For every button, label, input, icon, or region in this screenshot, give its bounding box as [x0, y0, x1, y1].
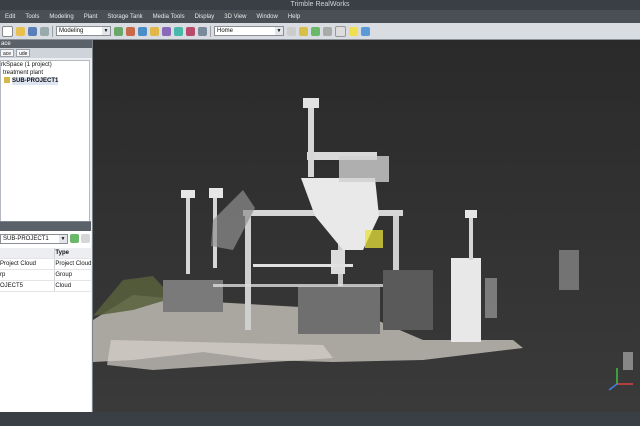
axis-icon[interactable] — [186, 26, 195, 36]
properties-panel: SUB-PROJECT1 ▼ Type Project Cloud Projec… — [0, 221, 91, 413]
column-header-name — [0, 248, 54, 258]
point-size-icon[interactable] — [323, 26, 332, 36]
save-icon[interactable] — [28, 26, 37, 36]
control-cabinet — [298, 286, 380, 334]
menu-edit[interactable]: Edit — [0, 14, 20, 20]
row-type: Project Cloud — [54, 259, 91, 269]
stack-cap — [303, 98, 319, 108]
menu-storage-tank[interactable]: Storage Tank — [102, 14, 147, 20]
table-row[interactable]: Project Cloud Project Cloud — [0, 259, 91, 270]
instrument-head — [465, 210, 477, 218]
row-type: Group — [54, 270, 91, 280]
tree-item-label: SUB-PROJECT1 — [12, 77, 59, 85]
row-name: OJECT5 — [0, 283, 24, 289]
lamp-pole — [186, 198, 190, 274]
table-row[interactable]: OJECT5 Cloud — [0, 281, 91, 292]
column-header-type: Type — [54, 248, 91, 258]
properties-combo-value: SUB-PROJECT1 — [3, 235, 49, 242]
tree-item-label: rkSpace (1 project) — [1, 62, 52, 68]
distant-structure — [623, 352, 633, 370]
railing — [253, 264, 353, 267]
workspace-tabs: ace ude — [0, 48, 92, 58]
mode-combo-value: Modeling — [59, 28, 84, 34]
row-type: Cloud — [54, 281, 91, 291]
tab-workspace[interactable]: ace — [0, 49, 15, 57]
pan-icon[interactable] — [126, 26, 135, 36]
tool-icon[interactable] — [287, 26, 296, 36]
light-icon[interactable] — [299, 26, 308, 36]
tree-item-subproject[interactable]: SUB-PROJECT1 — [1, 77, 89, 85]
lamp-head — [181, 190, 195, 198]
properties-combo[interactable]: SUB-PROJECT1 ▼ — [0, 233, 68, 244]
row-name: rp — [0, 272, 6, 278]
workspace-tree: rkSpace (1 project) treatment plant SUB-… — [0, 60, 90, 236]
menu-bar: Edit Tools Modeling Plant Storage Tank M… — [0, 10, 640, 23]
menu-modeling[interactable]: Modeling — [44, 14, 78, 20]
chevron-down-icon[interactable]: ▼ — [59, 234, 67, 243]
main-toolbar: Modeling ▼ Home ▼ — [0, 23, 640, 40]
row-name: Project Cloud — [0, 261, 37, 267]
tab-second[interactable]: ude — [16, 49, 31, 57]
folder-icon — [4, 77, 10, 83]
menu-media-tools[interactable]: Media Tools — [148, 14, 190, 20]
chevron-down-icon[interactable]: ▼ — [102, 27, 110, 35]
table-header: Type — [0, 248, 91, 259]
highlight-icon[interactable] — [349, 26, 358, 36]
color-icon[interactable] — [311, 26, 320, 36]
vent-stack — [308, 105, 314, 177]
tree-item-label: treatment plant — [3, 70, 44, 76]
pipework — [339, 156, 389, 182]
table-row[interactable]: rp Group — [0, 270, 91, 281]
point-cloud-scene — [93, 40, 640, 412]
menu-tools[interactable]: Tools — [20, 14, 44, 20]
distant-structure — [559, 250, 579, 290]
properties-tool-icon[interactable] — [81, 234, 90, 243]
lamp-head — [209, 188, 223, 198]
machine-housing — [383, 270, 433, 330]
project-icon[interactable] — [198, 26, 207, 36]
window-title: Trimble RealWorks — [290, 1, 350, 8]
cloud-icon[interactable] — [174, 26, 183, 36]
new-icon[interactable] — [2, 25, 13, 37]
tree-item-project[interactable]: treatment plant — [1, 69, 89, 77]
hopper-outlet — [331, 250, 345, 274]
properties-selector: SUB-PROJECT1 ▼ — [0, 233, 91, 244]
properties-table: Type Project Cloud Project Cloud rp Grou… — [0, 248, 91, 292]
menu-help[interactable]: Help — [283, 14, 305, 20]
fit-icon[interactable] — [150, 26, 159, 36]
menu-display[interactable]: Display — [190, 14, 220, 20]
toolbar-separator — [52, 25, 53, 37]
pipe-support — [485, 278, 497, 318]
workspace-panel-title: ace — [0, 40, 92, 48]
select-icon[interactable] — [162, 26, 171, 36]
menu-window[interactable]: Window — [252, 14, 283, 20]
3d-viewport[interactable] — [93, 40, 640, 412]
tree-item-workspace[interactable]: rkSpace (1 project) — [1, 61, 89, 69]
view-combo-value: Home — [217, 28, 234, 34]
menu-3d-view[interactable]: 3D View — [219, 14, 251, 20]
pump-housing — [451, 258, 481, 342]
shading-icon[interactable] — [335, 25, 346, 37]
status-bar — [0, 412, 640, 426]
rotate-icon[interactable] — [114, 26, 123, 36]
view-combo[interactable]: Home ▼ — [214, 26, 284, 36]
undo-icon[interactable] — [40, 26, 49, 36]
mode-combo[interactable]: Modeling ▼ — [56, 26, 111, 36]
instrument-pole — [469, 216, 473, 260]
display-icon[interactable] — [361, 26, 370, 36]
column — [245, 216, 251, 330]
chevron-down-icon[interactable]: ▼ — [275, 27, 283, 35]
window-title-bar: Trimble RealWorks — [0, 0, 640, 10]
properties-panel-title — [0, 222, 91, 231]
open-icon[interactable] — [16, 26, 25, 36]
properties-tool-icon[interactable] — [70, 234, 79, 243]
menu-plant[interactable]: Plant — [79, 14, 103, 20]
workspace-panel: ace ace ude rkSpace (1 project) treatmen… — [0, 40, 93, 413]
zoom-icon[interactable] — [138, 26, 147, 36]
selection-marker[interactable] — [365, 230, 383, 248]
toolbar-separator — [210, 25, 211, 37]
